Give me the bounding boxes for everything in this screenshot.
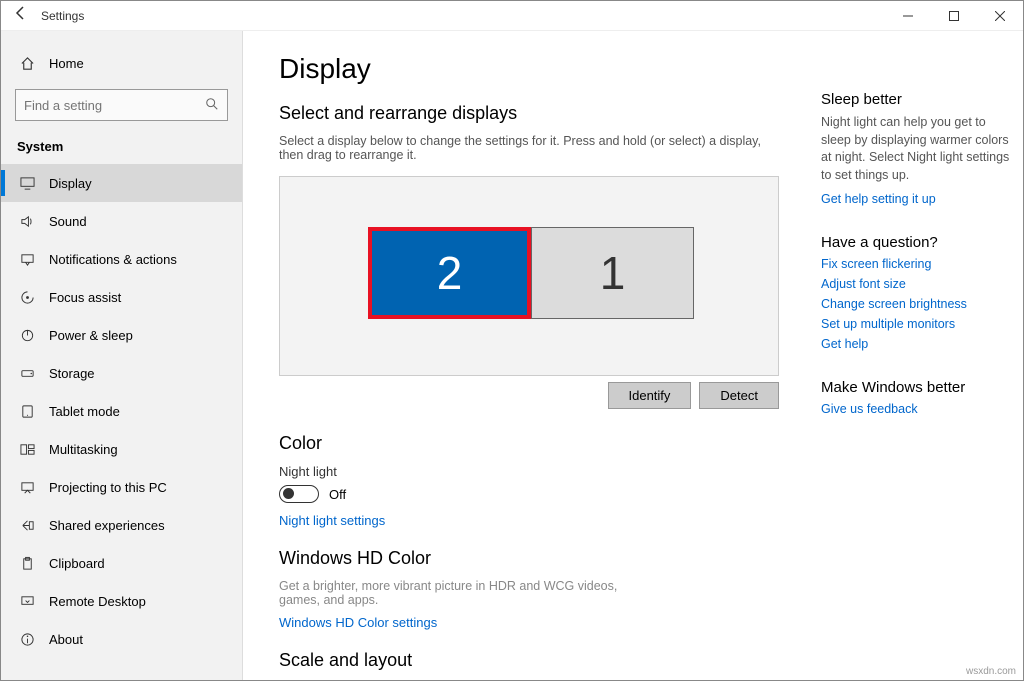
display-arrange-area[interactable]: 2 1 — [279, 176, 779, 376]
shared-icon — [19, 517, 35, 533]
nav-label: Sound — [49, 214, 87, 229]
display-icon — [19, 175, 35, 191]
nav-item-about[interactable]: About — [1, 620, 242, 658]
night-light-settings-link[interactable]: Night light settings — [279, 513, 385, 528]
nav-item-power[interactable]: Power & sleep — [1, 316, 242, 354]
hd-color-desc: Get a brighter, more vibrant picture in … — [279, 579, 639, 607]
nav-item-projecting[interactable]: Projecting to this PC — [1, 468, 242, 506]
close-button[interactable] — [977, 1, 1023, 31]
night-light-state: Off — [329, 487, 346, 502]
help-link[interactable]: Get help — [821, 337, 1011, 351]
main-content: Display Select and rearrange displays Se… — [243, 31, 815, 680]
nav-item-tablet[interactable]: Tablet mode — [1, 392, 242, 430]
nav-label: Power & sleep — [49, 328, 133, 343]
help-link[interactable]: Change screen brightness — [821, 297, 1011, 311]
search-input[interactable] — [24, 98, 205, 113]
sound-icon — [19, 213, 35, 229]
help-link[interactable]: Adjust font size — [821, 277, 1011, 291]
scale-heading: Scale and layout — [279, 650, 779, 671]
home-icon — [19, 55, 35, 71]
focus-icon — [19, 289, 35, 305]
right-pane: Sleep better Night light can help you ge… — [815, 31, 1023, 680]
notifications-icon — [19, 251, 35, 267]
search-icon — [205, 97, 219, 114]
search-box[interactable] — [15, 89, 228, 121]
nav-label: Remote Desktop — [49, 594, 146, 609]
nav-item-clipboard[interactable]: Clipboard — [1, 544, 242, 582]
help-link[interactable]: Set up multiple monitors — [821, 317, 1011, 331]
home-label: Home — [49, 56, 84, 71]
detect-button[interactable]: Detect — [699, 382, 779, 409]
nav-item-remote[interactable]: Remote Desktop — [1, 582, 242, 620]
sidebar: Home System Display Sound Notifications & … — [1, 31, 243, 680]
clipboard-icon — [19, 555, 35, 571]
power-icon — [19, 327, 35, 343]
sleep-better-text: Night light can help you get to sleep by… — [821, 114, 1011, 184]
nav-label: Shared experiences — [49, 518, 165, 533]
nav-label: Projecting to this PC — [49, 480, 167, 495]
nav-item-sound[interactable]: Sound — [1, 202, 242, 240]
nav-item-multitask[interactable]: Multitasking — [1, 430, 242, 468]
tablet-icon — [19, 403, 35, 419]
hd-color-link[interactable]: Windows HD Color settings — [279, 615, 437, 630]
page-title: Display — [279, 53, 779, 85]
nav-item-focus[interactable]: Focus assist — [1, 278, 242, 316]
remote-icon — [19, 593, 35, 609]
storage-icon — [19, 365, 35, 381]
projecting-icon — [19, 479, 35, 495]
nav-label: Tablet mode — [49, 404, 120, 419]
nav-label: Multitasking — [49, 442, 118, 457]
back-button[interactable] — [1, 6, 41, 25]
watermark: wsxdn.com — [966, 666, 1016, 677]
hd-color-heading: Windows HD Color — [279, 548, 779, 569]
feedback-heading: Make Windows better — [821, 379, 1011, 396]
nav-item-notifications[interactable]: Notifications & actions — [1, 240, 242, 278]
nav-label: About — [49, 632, 83, 647]
about-icon — [19, 631, 35, 647]
nav-label: Focus assist — [49, 290, 121, 305]
minimize-button[interactable] — [885, 1, 931, 31]
titlebar: Settings — [1, 1, 1023, 31]
nav-label: Display — [49, 176, 92, 191]
maximize-button[interactable] — [931, 1, 977, 31]
help-link[interactable]: Fix screen flickering — [821, 257, 1011, 271]
nav-item-storage[interactable]: Storage — [1, 354, 242, 392]
night-light-label: Night light — [279, 464, 779, 479]
identify-button[interactable]: Identify — [608, 382, 692, 409]
nav-label: Clipboard — [49, 556, 105, 571]
monitor-2-selected[interactable]: 2 — [368, 227, 531, 319]
home-button[interactable]: Home — [1, 43, 242, 83]
nav-item-shared[interactable]: Shared experiences — [1, 506, 242, 544]
question-heading: Have a question? — [821, 234, 1011, 251]
night-light-toggle[interactable] — [279, 485, 319, 503]
color-heading: Color — [279, 433, 779, 454]
window-title: Settings — [41, 9, 84, 23]
category-label: System — [1, 131, 242, 164]
feedback-link[interactable]: Give us feedback — [821, 402, 1011, 416]
arrange-heading: Select and rearrange displays — [279, 103, 779, 124]
arrange-subtext: Select a display below to change the set… — [279, 134, 779, 162]
nav-label: Storage — [49, 366, 95, 381]
sleep-better-heading: Sleep better — [821, 91, 1011, 108]
sleep-help-link[interactable]: Get help setting it up — [821, 192, 1011, 206]
nav-label: Notifications & actions — [49, 252, 177, 267]
monitor-1[interactable]: 1 — [531, 227, 694, 319]
nav-item-display[interactable]: Display — [1, 164, 242, 202]
multitask-icon — [19, 441, 35, 457]
